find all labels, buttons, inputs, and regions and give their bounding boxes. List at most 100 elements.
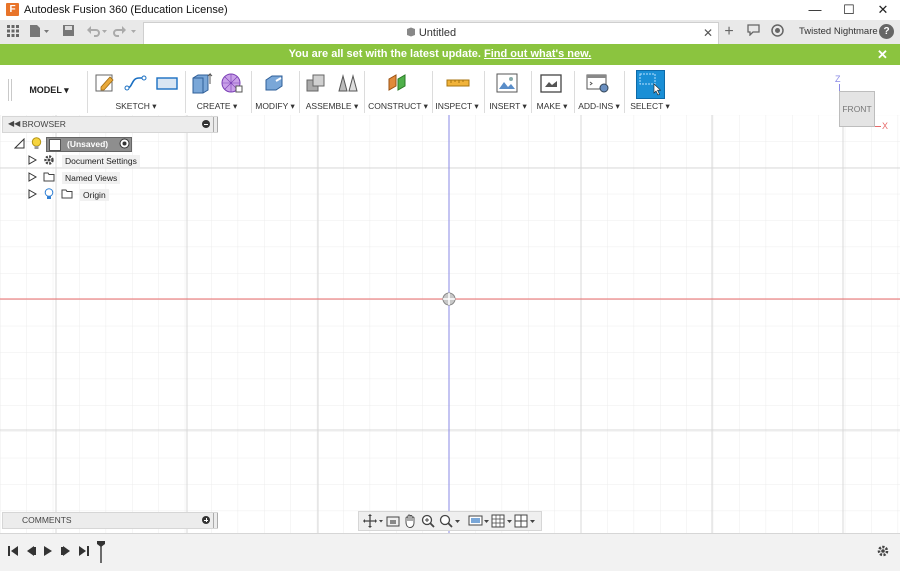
go-to-end-icon[interactable]: [77, 544, 91, 558]
browser-item-named-views[interactable]: Named Views: [26, 170, 146, 186]
modify-menu[interactable]: MODIFY ▾: [252, 101, 298, 112]
viewcube-z-label: Z: [835, 74, 841, 84]
press-pull-icon[interactable]: [262, 72, 286, 94]
expand-triangle-icon[interactable]: [14, 138, 25, 149]
document-name: Untitled: [418, 27, 457, 39]
workspace-selector[interactable]: MODEL ▾: [20, 81, 78, 99]
expand-arrow-icon[interactable]: [28, 172, 37, 182]
toolbar-divider: [531, 71, 532, 113]
document-tab-title: Untitled: [144, 27, 718, 39]
root-component-name: (Unsaved): [67, 139, 109, 149]
data-panel-grid-icon[interactable]: [5, 24, 21, 40]
component-icon: [406, 27, 415, 37]
visibility-bulb-off-icon[interactable]: [44, 188, 54, 200]
rectangle-tool-icon[interactable]: [155, 72, 179, 94]
pan-hand-icon[interactable]: [403, 514, 417, 528]
comments-panel-header[interactable]: COMMENTS: [2, 512, 218, 529]
browser-item-document-settings[interactable]: Document Settings: [26, 153, 146, 169]
redo-icon[interactable]: [113, 24, 139, 40]
go-to-start-icon[interactable]: [6, 544, 20, 558]
fit-zoom-window-icon[interactable]: [439, 514, 461, 528]
step-back-icon[interactable]: [24, 544, 38, 558]
browser-panel-header[interactable]: ◀◀ BROWSER: [2, 116, 218, 133]
origin-point-icon[interactable]: [442, 292, 456, 306]
browser-item-origin[interactable]: Origin: [26, 187, 146, 203]
browser-title: BROWSER: [22, 119, 66, 129]
expand-arrow-icon[interactable]: [28, 155, 37, 165]
browser-pin-icon[interactable]: [202, 120, 210, 128]
window-title: Autodesk Fusion 360 (Education License): [24, 4, 228, 16]
toolbar-divider: [299, 71, 300, 113]
viewcube-front-face[interactable]: FRONT: [839, 91, 875, 127]
line-tool-icon[interactable]: [124, 72, 148, 94]
new-tab-button[interactable]: +: [721, 24, 737, 40]
extrude-icon[interactable]: [190, 72, 214, 94]
zoom-icon[interactable]: [421, 514, 435, 528]
document-icon: [49, 139, 61, 151]
browser-resize-handle[interactable]: [213, 117, 218, 132]
toolbar-divider: [574, 71, 575, 113]
offset-plane-icon[interactable]: [386, 72, 410, 94]
toolbar-divider: [484, 71, 485, 113]
viewports-icon[interactable]: [514, 514, 536, 528]
activate-component-icon[interactable]: [119, 138, 130, 149]
expand-arrow-icon[interactable]: [28, 189, 37, 199]
joint-icon[interactable]: [336, 72, 360, 94]
whats-new-link[interactable]: Find out what's new.: [484, 48, 591, 60]
workspace-label: MODEL: [29, 85, 62, 95]
assemble-menu[interactable]: ASSEMBLE ▾: [303, 101, 361, 112]
sketch-menu[interactable]: SKETCH ▾: [104, 101, 168, 112]
update-banner: You are all set with the latest update. …: [0, 44, 900, 65]
document-tab[interactable]: Untitled ✕: [143, 22, 719, 44]
add-comment-icon[interactable]: [202, 516, 210, 524]
file-menu-icon[interactable]: [28, 24, 50, 40]
measure-icon[interactable]: [446, 72, 470, 94]
maximize-button[interactable]: ☐: [832, 0, 866, 20]
minimize-button[interactable]: —: [798, 0, 832, 20]
title-bar: F Autodesk Fusion 360 (Education License…: [0, 0, 900, 20]
construct-menu[interactable]: CONSTRUCT ▾: [368, 101, 428, 112]
timeline-marker-icon[interactable]: [96, 540, 106, 564]
gear-icon: [44, 155, 54, 165]
new-component-icon[interactable]: [304, 72, 328, 94]
select-menu[interactable]: SELECT ▾: [628, 101, 672, 112]
insert-menu[interactable]: INSERT ▾: [488, 101, 528, 112]
notifications-icon[interactable]: [745, 24, 761, 40]
save-icon[interactable]: [60, 24, 76, 40]
close-tab-button[interactable]: ✕: [703, 26, 713, 40]
folder-icon: [61, 189, 73, 199]
visibility-bulb-icon[interactable]: [31, 137, 42, 150]
play-icon[interactable]: [41, 544, 55, 558]
comments-resize-handle[interactable]: [213, 513, 218, 528]
viewcube[interactable]: Z X FRONT: [834, 72, 894, 134]
display-settings-icon[interactable]: [468, 514, 490, 528]
fusion-app-icon: F: [6, 3, 19, 16]
3d-print-icon[interactable]: [539, 72, 563, 94]
toolbar-divider: [185, 71, 186, 113]
step-forward-icon[interactable]: [59, 544, 73, 558]
browser-root-node[interactable]: (Unsaved): [14, 137, 134, 152]
user-account-name[interactable]: Twisted Nightmare: [799, 26, 878, 37]
orbit-move-icon[interactable]: [363, 514, 383, 528]
form-create-icon[interactable]: [220, 72, 244, 94]
job-status-icon[interactable]: [769, 24, 785, 40]
banner-close-button[interactable]: ✕: [877, 47, 888, 63]
scripts-addins-icon[interactable]: [586, 72, 610, 94]
insert-image-icon[interactable]: [495, 72, 519, 94]
select-tool-button[interactable]: [636, 70, 665, 99]
help-button[interactable]: ?: [879, 24, 894, 39]
collapse-browser-icon[interactable]: ◀◀: [8, 119, 20, 128]
toolbar-grip[interactable]: [8, 79, 12, 101]
undo-icon[interactable]: [84, 24, 110, 40]
look-at-icon[interactable]: [386, 514, 400, 528]
close-window-button[interactable]: ✕: [866, 0, 900, 20]
toolbar-divider: [87, 71, 88, 113]
grid-snaps-icon[interactable]: [491, 514, 513, 528]
tree-item-label: Document Settings: [62, 155, 140, 167]
inspect-menu[interactable]: INSPECT ▾: [434, 101, 480, 112]
create-menu[interactable]: CREATE ▾: [192, 101, 242, 112]
timeline-settings-gear-icon[interactable]: [876, 544, 890, 558]
make-menu[interactable]: MAKE ▾: [533, 101, 571, 112]
create-sketch-icon[interactable]: [94, 72, 118, 94]
addins-menu[interactable]: ADD-INS ▾: [577, 101, 621, 112]
